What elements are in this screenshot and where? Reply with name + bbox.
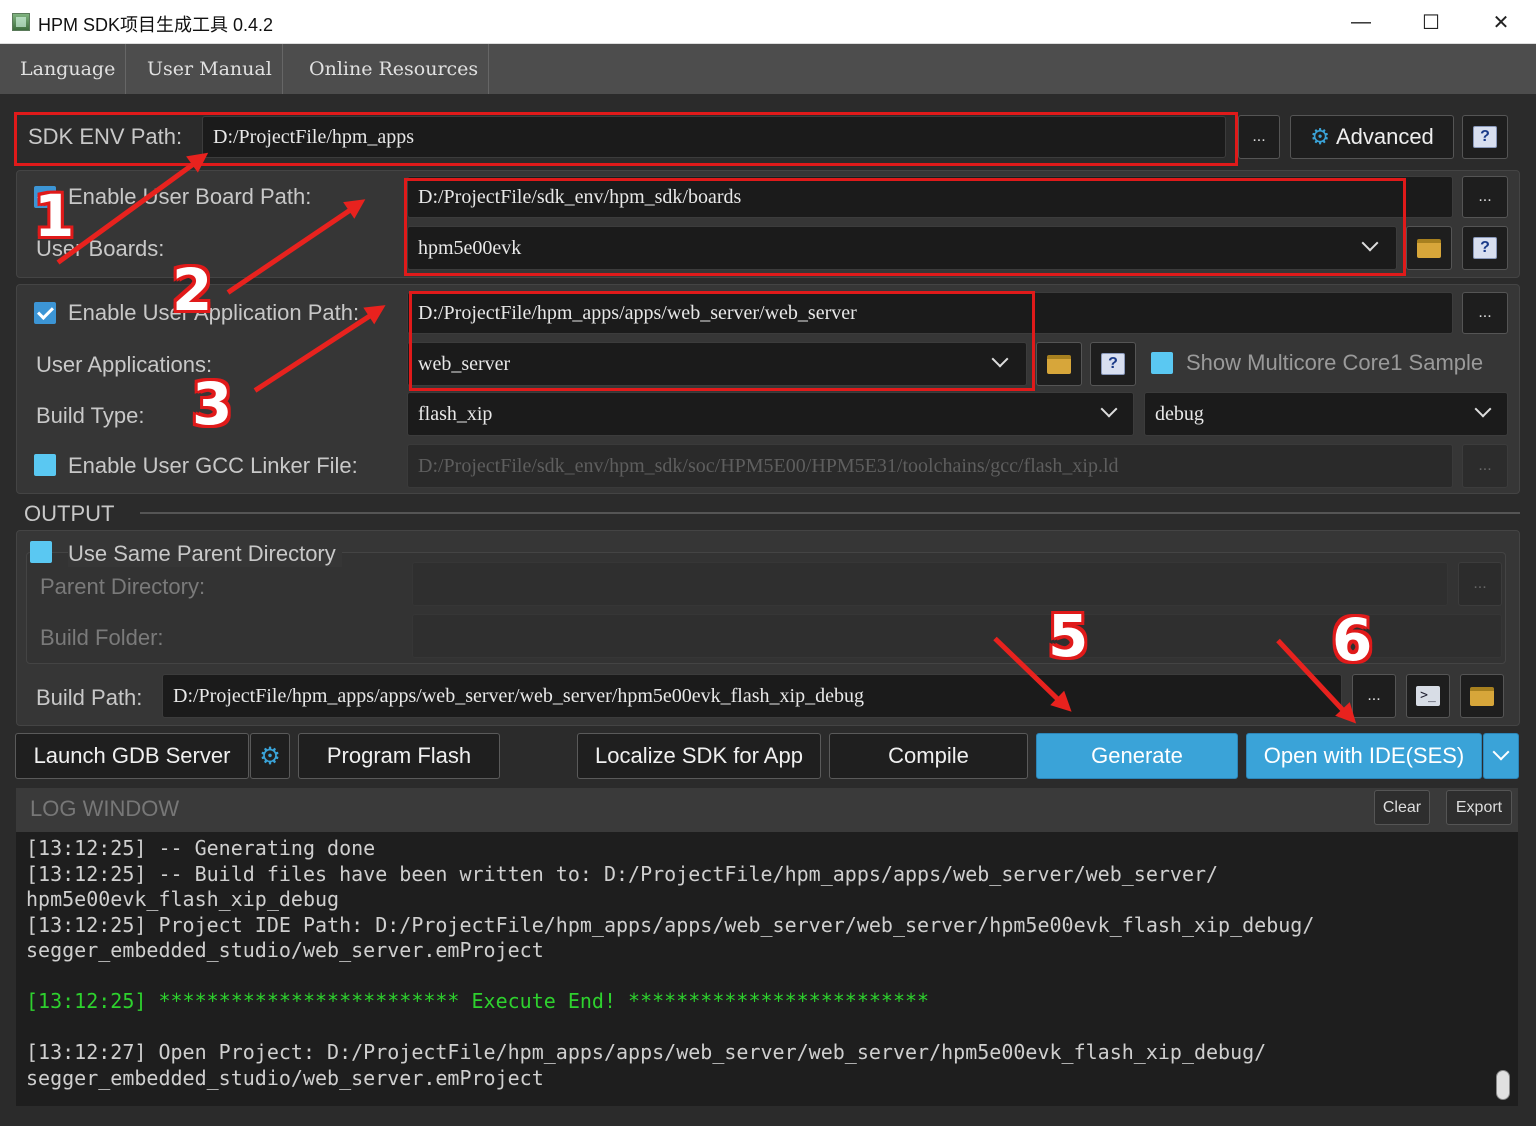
chevron-down-icon xyxy=(1474,400,1492,418)
log-line: [13:12:25] -- Generating done xyxy=(26,836,376,860)
build-path-label: Build Path: xyxy=(36,685,143,710)
window-title: HPM SDK项目生成工具 0.4.2 xyxy=(38,15,274,35)
log-line: segger_embedded_studio/web_server.emProj… xyxy=(26,938,544,962)
board-help-button[interactable]: ? xyxy=(1462,226,1508,270)
linker-checkbox[interactable] xyxy=(34,454,56,476)
annotation-number-6: 6 xyxy=(1332,606,1373,674)
build-path-folder-button[interactable] xyxy=(1460,674,1504,718)
app-select[interactable]: web_server xyxy=(407,342,1027,386)
build-config-value: debug xyxy=(1155,402,1204,425)
app-help-button[interactable]: ? xyxy=(1090,342,1136,386)
advanced-label: Advanced xyxy=(1335,124,1434,149)
help-icon: ? xyxy=(1473,237,1497,259)
board-browse-button[interactable]: ... xyxy=(1462,176,1508,218)
chevron-down-icon xyxy=(1492,743,1510,761)
gear-icon: ⚙ xyxy=(259,742,281,770)
maximize-icon[interactable]: ☐ xyxy=(1396,0,1466,44)
log-header xyxy=(16,788,1518,832)
open-ide-button[interactable]: Open with IDE(SES) xyxy=(1246,733,1482,779)
log-output: [13:12:25] -- Generating done [13:12:25] … xyxy=(16,832,1518,1106)
parent-dir-label: Parent Directory: xyxy=(40,574,206,599)
board-folder-button[interactable] xyxy=(1406,226,1452,270)
program-flash-button[interactable]: Program Flash xyxy=(298,733,500,779)
parent-dir-field[interactable] xyxy=(412,562,1448,606)
output-section-title: OUTPUT xyxy=(24,501,115,526)
parent-dir-browse-button[interactable]: ... xyxy=(1458,562,1502,606)
gdb-settings-button[interactable]: ⚙ xyxy=(250,733,290,779)
menu-user-manual[interactable]: User Manual xyxy=(137,44,283,94)
enable-app-label: Enable User Application Path: xyxy=(68,300,360,325)
user-apps-label: User Applications: xyxy=(36,352,213,377)
gear-icon: ⚙ xyxy=(1310,124,1330,149)
sdk-env-help-button[interactable]: ? xyxy=(1462,115,1508,159)
launch-gdb-button[interactable]: Launch GDB Server xyxy=(15,733,249,779)
linker-browse-button[interactable]: ... xyxy=(1462,444,1508,488)
app-folder-button[interactable] xyxy=(1036,342,1082,386)
output-divider xyxy=(140,512,1520,514)
log-export-button[interactable]: Export xyxy=(1446,790,1512,825)
log-clear-button[interactable]: Clear xyxy=(1374,790,1430,825)
sdk-env-label: SDK ENV Path: xyxy=(28,124,183,149)
app-path-field[interactable]: D:/ProjectFile/hpm_apps/apps/web_server/… xyxy=(407,292,1453,334)
build-type-label: Build Type: xyxy=(36,403,145,428)
multicore-label: Show Multicore Core1 Sample xyxy=(1186,350,1484,375)
chevron-down-icon xyxy=(1100,400,1118,418)
log-line: hpm5e00evk_flash_xip_debug xyxy=(26,887,340,911)
open-ide-dropdown-button[interactable] xyxy=(1483,733,1519,779)
build-config-select[interactable]: debug xyxy=(1144,392,1508,436)
terminal-icon: >_ xyxy=(1416,686,1440,706)
annotation-number-3: 3 xyxy=(192,370,233,438)
log-line: [13:12:25] -- Build files have been writ… xyxy=(26,861,1219,886)
board-select-value: hpm5e00evk xyxy=(418,236,522,259)
build-folder-label: Build Folder: xyxy=(40,625,164,650)
chevron-down-icon xyxy=(991,350,1009,368)
enable-app-checkbox[interactable] xyxy=(34,302,56,324)
board-select[interactable]: hpm5e00evk xyxy=(407,226,1397,270)
annotation-number-2: 2 xyxy=(172,256,213,324)
advanced-button[interactable]: ⚙ Advanced xyxy=(1290,115,1454,159)
build-type-select[interactable]: flash_xip xyxy=(407,392,1134,436)
folder-icon xyxy=(1417,238,1441,258)
same-parent-checkbox[interactable] xyxy=(30,541,52,563)
log-title: LOG WINDOW xyxy=(30,796,180,821)
terminal-button[interactable]: >_ xyxy=(1406,674,1450,718)
log-line: segger_embedded_studio/web_server.emProj… xyxy=(26,1065,544,1090)
linker-label: Enable User GCC Linker File: xyxy=(68,453,358,478)
multicore-checkbox[interactable] xyxy=(1151,352,1173,374)
generate-button[interactable]: Generate xyxy=(1036,733,1238,779)
sdk-env-browse-button[interactable]: ... xyxy=(1238,115,1280,159)
folder-icon xyxy=(1047,354,1071,374)
minimize-icon[interactable]: — xyxy=(1326,0,1396,44)
help-icon: ? xyxy=(1473,126,1497,148)
menu-language[interactable]: Language xyxy=(10,44,127,94)
log-line: [13:12:25] Project IDE Path: D:/ProjectF… xyxy=(26,912,1315,937)
compile-button[interactable]: Compile xyxy=(829,733,1028,779)
annotation-number-5: 5 xyxy=(1048,602,1089,670)
board-path-field[interactable]: D:/ProjectFile/sdk_env/hpm_sdk/boards xyxy=(407,176,1453,218)
annotation-number-1: 1 xyxy=(34,182,75,250)
linker-path-field[interactable]: D:/ProjectFile/sdk_env/hpm_sdk/soc/HPM5E… xyxy=(407,444,1453,488)
log-scrollbar[interactable] xyxy=(1496,1070,1510,1100)
folder-icon xyxy=(1470,686,1494,706)
app-browse-button[interactable]: ... xyxy=(1462,292,1508,334)
sdk-env-path-field[interactable]: D:/ProjectFile/hpm_apps xyxy=(202,116,1226,158)
build-type-value: flash_xip xyxy=(418,402,493,425)
app-select-value: web_server xyxy=(418,352,511,375)
menu-online-resources[interactable]: Online Resources xyxy=(299,44,490,94)
build-path-field[interactable]: D:/ProjectFile/hpm_apps/apps/web_server/… xyxy=(162,674,1342,718)
app-icon xyxy=(12,13,30,31)
log-line: [13:12:27] Open Project: D:/ProjectFile/… xyxy=(26,1040,1267,1064)
log-line: [13:12:25] ************************* Exe… xyxy=(26,989,930,1013)
localize-sdk-button[interactable]: Localize SDK for App xyxy=(577,733,821,779)
same-parent-label: Use Same Parent Directory xyxy=(68,541,342,567)
close-icon[interactable]: ✕ xyxy=(1466,0,1536,44)
help-icon: ? xyxy=(1101,353,1125,375)
enable-board-label: Enable User Board Path: xyxy=(68,184,312,209)
chevron-down-icon xyxy=(1361,234,1379,252)
